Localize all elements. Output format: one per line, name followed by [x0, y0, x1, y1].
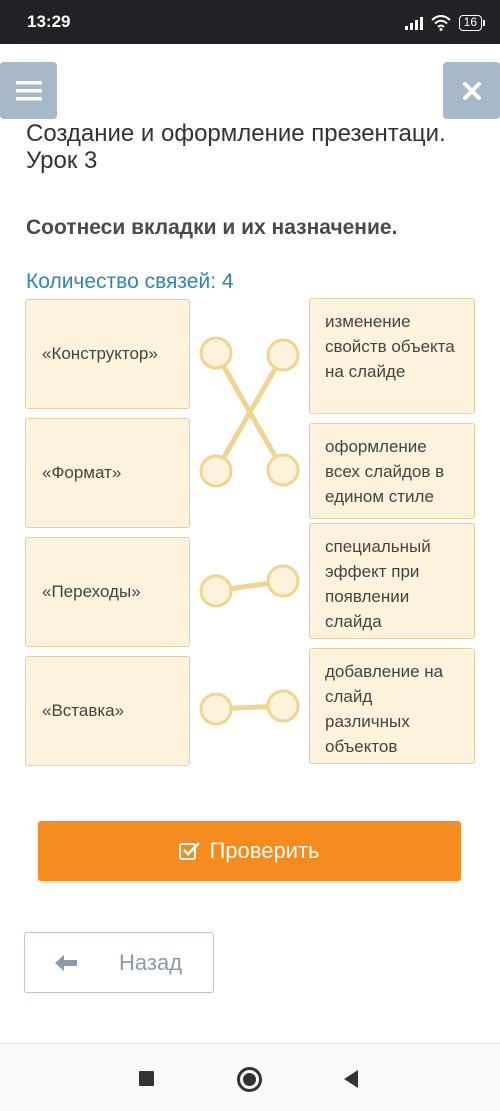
connector-line-4 [215, 703, 284, 712]
close-icon [462, 81, 481, 100]
left-item-transitions[interactable]: «Переходы» [25, 537, 190, 647]
right-handle-4[interactable] [266, 689, 300, 723]
status-bar: 13:29 16 [0, 0, 500, 44]
status-time: 13:29 [27, 12, 71, 31]
connector-line-2 [213, 353, 286, 473]
right-item-slide-effect[interactable]: специальный эффект при появлении слайда [309, 523, 475, 639]
recent-apps-icon[interactable] [139, 1071, 154, 1086]
menu-button[interactable] [0, 62, 57, 119]
back-button[interactable]: Назад [24, 932, 214, 993]
right-handle-2[interactable] [266, 453, 300, 487]
hamburger-icon [15, 80, 42, 100]
home-icon[interactable] [237, 1067, 262, 1092]
left-item-format[interactable]: «Формат» [25, 418, 190, 528]
right-item-slide-design[interactable]: оформление всех слайдов в едином стиле [309, 423, 475, 519]
right-handle-1[interactable] [266, 338, 300, 372]
close-button[interactable] [443, 62, 500, 119]
status-icons: 16 [404, 12, 486, 34]
connector-line-3 [215, 578, 284, 594]
left-item-constructor[interactable]: «Конструктор» [25, 299, 190, 409]
checkbox-icon [179, 842, 201, 860]
arrow-left-icon [55, 954, 77, 971]
signal-icon [404, 17, 423, 30]
links-count: Количество связей: 4 [26, 270, 234, 293]
right-item-object-properties[interactable]: изменение свойств объекта на слайде [309, 298, 475, 414]
left-handle-4[interactable] [199, 692, 233, 726]
left-handle-3[interactable] [199, 574, 233, 608]
check-button[interactable]: Проверить [38, 821, 461, 881]
task-title: Соотнеси вкладки и их назначение. [26, 216, 398, 239]
left-handle-1[interactable] [199, 336, 233, 370]
lesson-title: Создание и оформление презентаци. Урок 3 [26, 120, 446, 174]
connector-line-1 [213, 351, 286, 472]
left-item-insert[interactable]: «Вставка» [25, 656, 190, 766]
back-button-label: Назад [119, 949, 183, 975]
wifi-icon [430, 15, 451, 31]
left-handle-2[interactable] [199, 454, 233, 488]
right-handle-3[interactable] [266, 564, 300, 598]
battery-icon: 16 [458, 15, 486, 31]
right-item-add-objects[interactable]: добавление на слайд различных объектов [309, 648, 475, 764]
check-button-label: Проверить [209, 838, 320, 863]
nav-back-icon[interactable] [344, 1070, 358, 1088]
android-nav-bar [0, 1043, 500, 1111]
